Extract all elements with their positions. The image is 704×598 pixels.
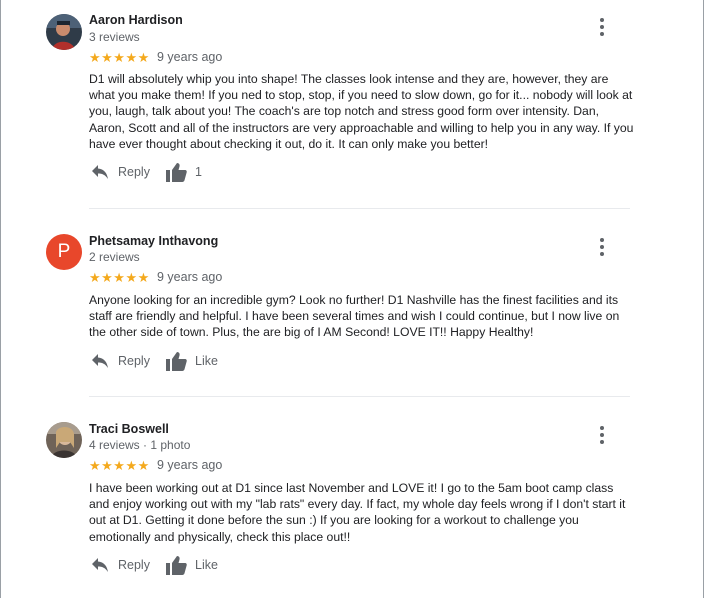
reviewer-avatar[interactable] [46,422,82,458]
reply-icon [92,354,108,368]
reviewer-photo [46,422,82,458]
reply-button[interactable]: Reply [91,557,150,573]
review-text: D1 will absolutely whip you into shape! … [89,72,634,151]
like-button[interactable]: Like [166,555,218,575]
review-text: Anyone looking for an incredible gym? Lo… [89,293,620,340]
reviewer-name[interactable]: Traci Boswell [89,422,169,436]
reply-icon [92,558,108,572]
review-divider [89,208,630,209]
star-rating: ★★★★★ [89,458,150,473]
reviewer-meta: 2 reviews [89,250,140,264]
review-age: 9 years ago [157,270,223,284]
avatar-initial: P [57,241,71,262]
thumbs-up-icon [166,352,187,371]
more-options-icon[interactable] [596,238,608,256]
reviewer-avatar[interactable]: P [46,234,82,270]
more-options-icon[interactable] [596,18,608,36]
like-count: 1 [195,165,202,179]
reply-button[interactable]: Reply [91,164,150,180]
review-divider [89,396,630,397]
review-age: 9 years ago [157,458,223,472]
reply-label: Reply [118,354,150,368]
reply-button[interactable]: Reply [91,353,150,369]
reviewer-name[interactable]: Phetsamay Inthavong [89,234,218,248]
reply-icon [92,165,108,179]
reviewer-avatar[interactable] [46,14,82,50]
reviewer-meta: 3 reviews [89,30,140,44]
star-rating: ★★★★★ [89,50,150,65]
reply-label: Reply [118,165,150,179]
review-text: I have been working out at D1 since last… [89,481,626,544]
more-options-icon[interactable] [596,426,608,444]
thumbs-up-icon [166,163,187,182]
star-rating: ★★★★★ [89,270,150,285]
thumbs-up-icon [166,556,187,575]
like-button[interactable]: 1 [166,162,202,182]
window-border-left [0,0,1,598]
reply-label: Reply [118,558,150,572]
reviewer-name[interactable]: Aaron Hardison [89,13,183,27]
like-button[interactable]: Like [166,351,218,371]
like-label: Like [195,354,218,368]
review-age: 9 years ago [157,50,223,64]
reviewer-meta: 4 reviews · 1 photo [89,438,191,452]
reviewer-photo [46,14,82,50]
like-label: Like [195,558,218,572]
